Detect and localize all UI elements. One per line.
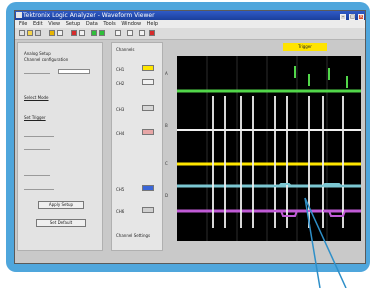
callout-pointer xyxy=(304,197,347,288)
